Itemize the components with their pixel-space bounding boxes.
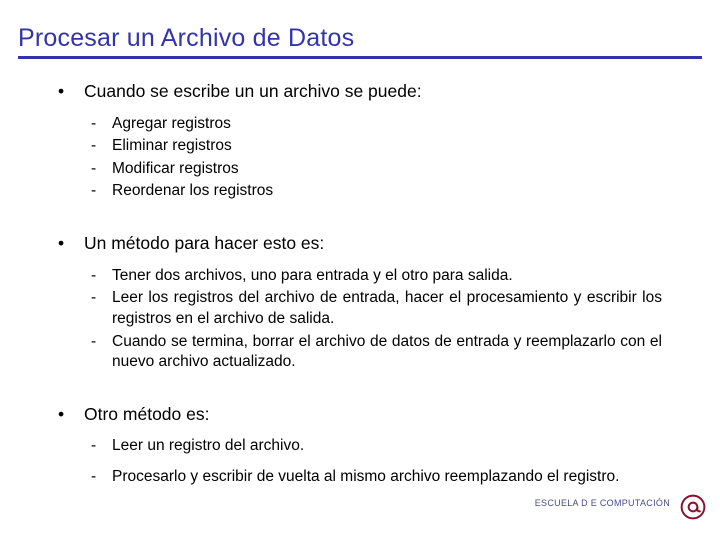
- sub-bullet-text: Leer los registros del archivo de entrad…: [112, 289, 662, 327]
- sub-bullet-item: - Reordenar los registros: [0, 181, 720, 202]
- dash-glyph: -: [91, 467, 97, 485]
- bullet-glyph: •: [58, 81, 65, 101]
- dash-glyph: -: [91, 437, 97, 455]
- dash-glyph: -: [91, 266, 97, 284]
- bullet-text: Cuando se escribe un un archivo se puede…: [84, 81, 422, 101]
- sub-bullet-text: Reordenar los registros: [112, 182, 274, 200]
- bullet-text: Un método para hacer esto es:: [84, 233, 325, 254]
- bullet-item: • Cuando se escribe un un archivo se pue…: [0, 80, 720, 104]
- title-divider: [18, 56, 702, 59]
- sub-bullet-item: - Leer un registro del archivo.: [0, 436, 720, 457]
- bullet-item: • Otro método es:: [0, 403, 720, 427]
- slide: Procesar un Archivo de Datos • Cuando se…: [0, 0, 720, 540]
- page-title: Procesar un Archivo de Datos: [18, 24, 355, 52]
- slide-body: • Cuando se escribe un un archivo se pue…: [0, 66, 720, 488]
- sub-bullet-item: - Procesarlo y escribir de vuelta al mis…: [0, 467, 720, 488]
- dash-glyph: -: [91, 114, 97, 132]
- sub-bullet-text: Cuando se termina, borrar el archivo de …: [112, 332, 662, 371]
- bullet-glyph: •: [58, 233, 65, 254]
- sub-bullet-item: - Tener dos archivos, uno para entrada y…: [0, 266, 720, 287]
- sub-bullet-text: Leer un registro del archivo.: [112, 437, 305, 455]
- dash-glyph: -: [91, 332, 97, 350]
- dash-glyph: -: [91, 182, 97, 200]
- sub-bullet-text: Eliminar registros: [112, 137, 232, 155]
- sub-bullet-item: - Cuando se termina, borrar el archivo d…: [0, 332, 720, 373]
- bullet-item: • Un método para hacer esto es:: [0, 232, 720, 256]
- dash-glyph: -: [91, 159, 97, 177]
- sub-bullet-item: - Modificar registros: [0, 159, 720, 180]
- sub-bullet-item: - Agregar registros: [0, 114, 720, 135]
- dash-glyph: -: [91, 137, 97, 155]
- sub-bullet-text: Agregar registros: [112, 114, 231, 132]
- bullet-glyph: •: [58, 403, 65, 424]
- footer-label: ESCUELA D E COMPUTACIÓN: [534, 498, 670, 508]
- sub-bullet-item: - Eliminar registros: [0, 136, 720, 157]
- at-sign-logo: [680, 494, 706, 520]
- dash-glyph: -: [91, 289, 97, 307]
- bullet-text: Otro método es:: [84, 403, 210, 424]
- sub-bullet-text: Procesarlo y escribir de vuelta al mismo…: [112, 467, 620, 485]
- sub-bullet-item: - Leer los registros del archivo de entr…: [0, 288, 720, 329]
- sub-bullet-text: Modificar registros: [112, 159, 239, 177]
- sub-bullet-text: Tener dos archivos, uno para entrada y e…: [112, 266, 513, 284]
